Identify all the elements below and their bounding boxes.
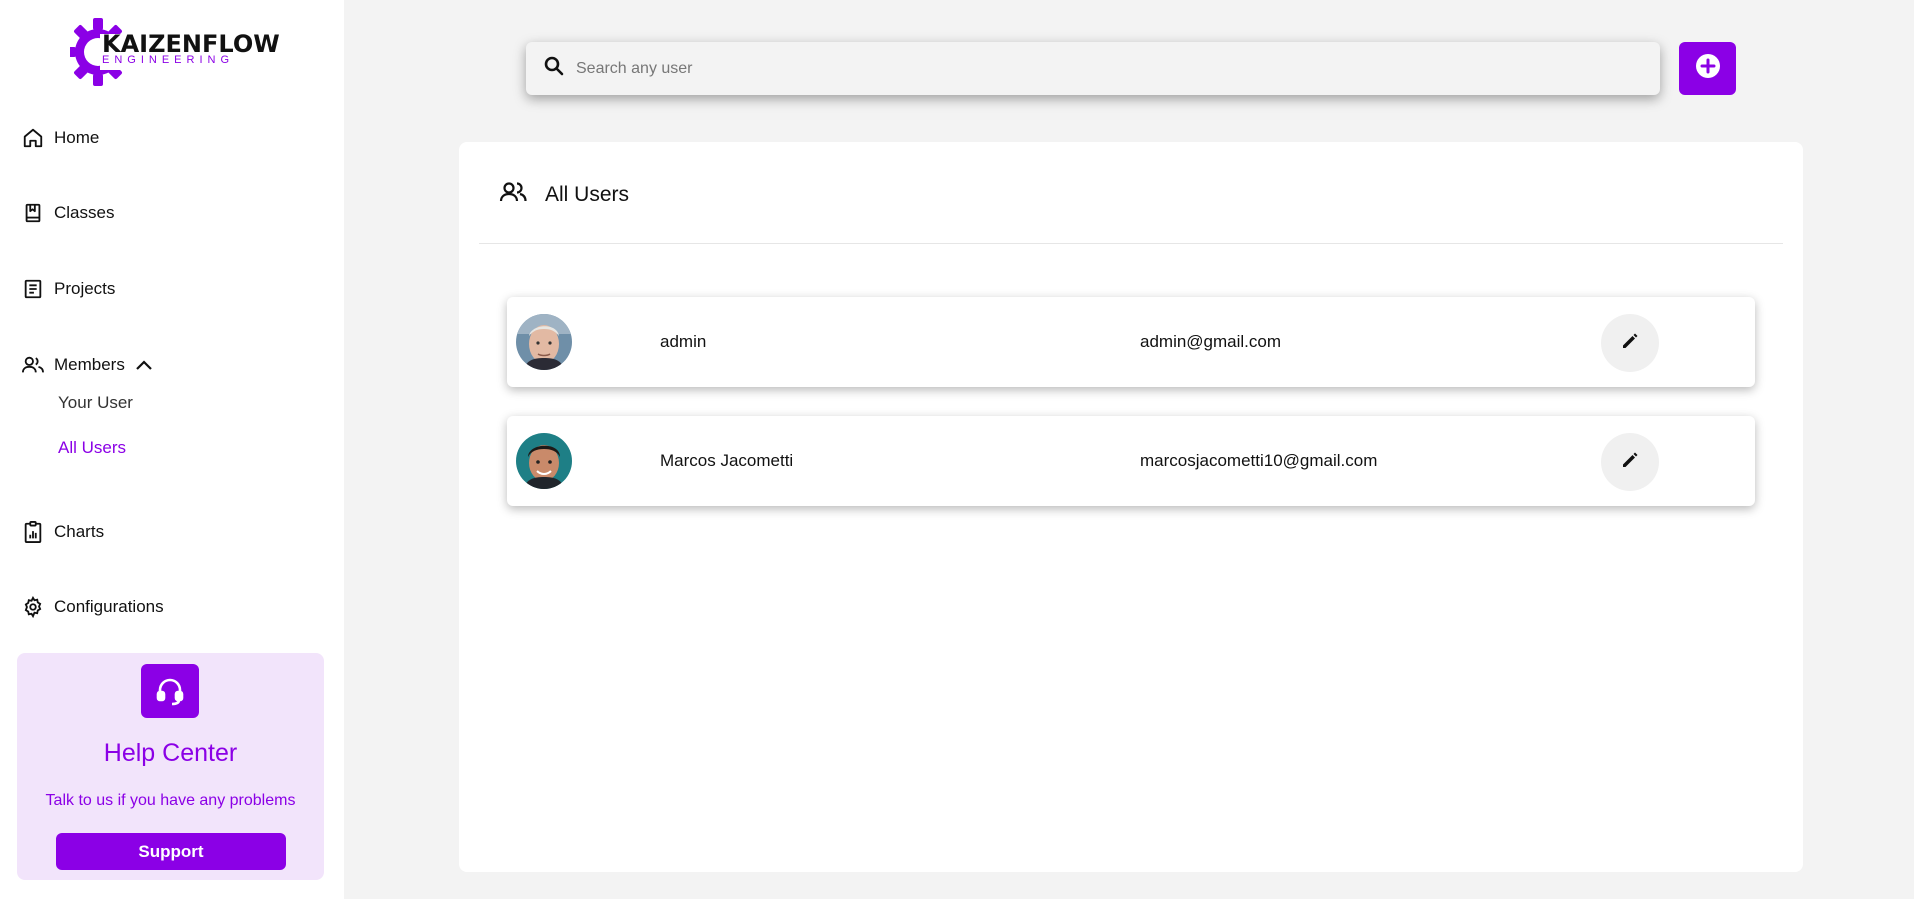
- sidebar-item-members[interactable]: Members: [20, 350, 153, 380]
- headset-icon: [141, 664, 199, 718]
- all-users-panel: All Users admin admin@gmail.com Marcos J…: [459, 142, 1803, 872]
- user-row[interactable]: admin admin@gmail.com: [507, 297, 1755, 387]
- user-name: admin: [660, 332, 707, 351]
- support-button[interactable]: Support: [56, 833, 286, 870]
- sidebar: KAIZENFLOW ENGINEERING Home Classes Proj…: [0, 0, 344, 899]
- pencil-icon: [1621, 332, 1639, 355]
- panel-divider: [479, 243, 1783, 244]
- add-user-button[interactable]: [1679, 42, 1736, 95]
- avatar: [516, 314, 572, 370]
- search-bar: [526, 42, 1660, 95]
- book-icon: [20, 200, 46, 226]
- user-email: marcosjacometti10@gmail.com: [1140, 451, 1378, 470]
- plus-circle-icon: [1695, 53, 1721, 84]
- user-name: Marcos Jacometti: [660, 451, 794, 470]
- sidebar-item-projects[interactable]: Projects: [20, 274, 115, 304]
- document-icon: [20, 276, 46, 302]
- sidebar-item-home[interactable]: Home: [20, 123, 99, 153]
- user-email: admin@gmail.com: [1140, 332, 1282, 351]
- sidebar-item-label: Charts: [54, 522, 105, 541]
- gear-icon: [20, 594, 46, 620]
- user-row[interactable]: Marcos Jacometti marcosjacometti10@gmail…: [507, 416, 1755, 506]
- sidebar-item-label: Configurations: [54, 597, 164, 616]
- sidebar-item-label: Members: [54, 355, 125, 374]
- avatar: [516, 433, 572, 489]
- brand-logo[interactable]: KAIZENFLOW ENGINEERING: [70, 14, 280, 86]
- users-icon: [20, 352, 46, 378]
- clipboard-chart-icon: [20, 519, 46, 545]
- brand-tagline: ENGINEERING: [102, 54, 235, 66]
- sidebar-subitem-your-user[interactable]: Your User: [58, 393, 133, 413]
- search-icon: [544, 56, 564, 81]
- help-center-card: Help Center Talk to us if you have any p…: [17, 653, 324, 880]
- help-center-title: Help Center: [103, 739, 238, 767]
- search-input[interactable]: [576, 59, 1576, 78]
- home-icon: [20, 125, 46, 151]
- edit-user-button[interactable]: [1601, 433, 1659, 491]
- sidebar-item-label: Projects: [54, 279, 116, 298]
- sidebar-item-charts[interactable]: Charts: [20, 517, 104, 547]
- users-icon: [499, 180, 527, 209]
- panel-header: All Users: [499, 180, 629, 209]
- sidebar-item-label: Classes: [54, 203, 115, 222]
- help-center-text: Talk to us if you have any problems: [45, 792, 296, 809]
- sidebar-subitem-all-users[interactable]: All Users: [58, 438, 126, 458]
- sidebar-item-configurations[interactable]: Configurations: [20, 592, 164, 622]
- edit-user-button[interactable]: [1601, 314, 1659, 372]
- chevron-up-icon[interactable]: [135, 359, 153, 371]
- sidebar-item-label: Home: [54, 128, 100, 147]
- pencil-icon: [1621, 451, 1639, 474]
- sidebar-item-classes[interactable]: Classes: [20, 198, 114, 228]
- panel-title: All Users: [545, 182, 630, 206]
